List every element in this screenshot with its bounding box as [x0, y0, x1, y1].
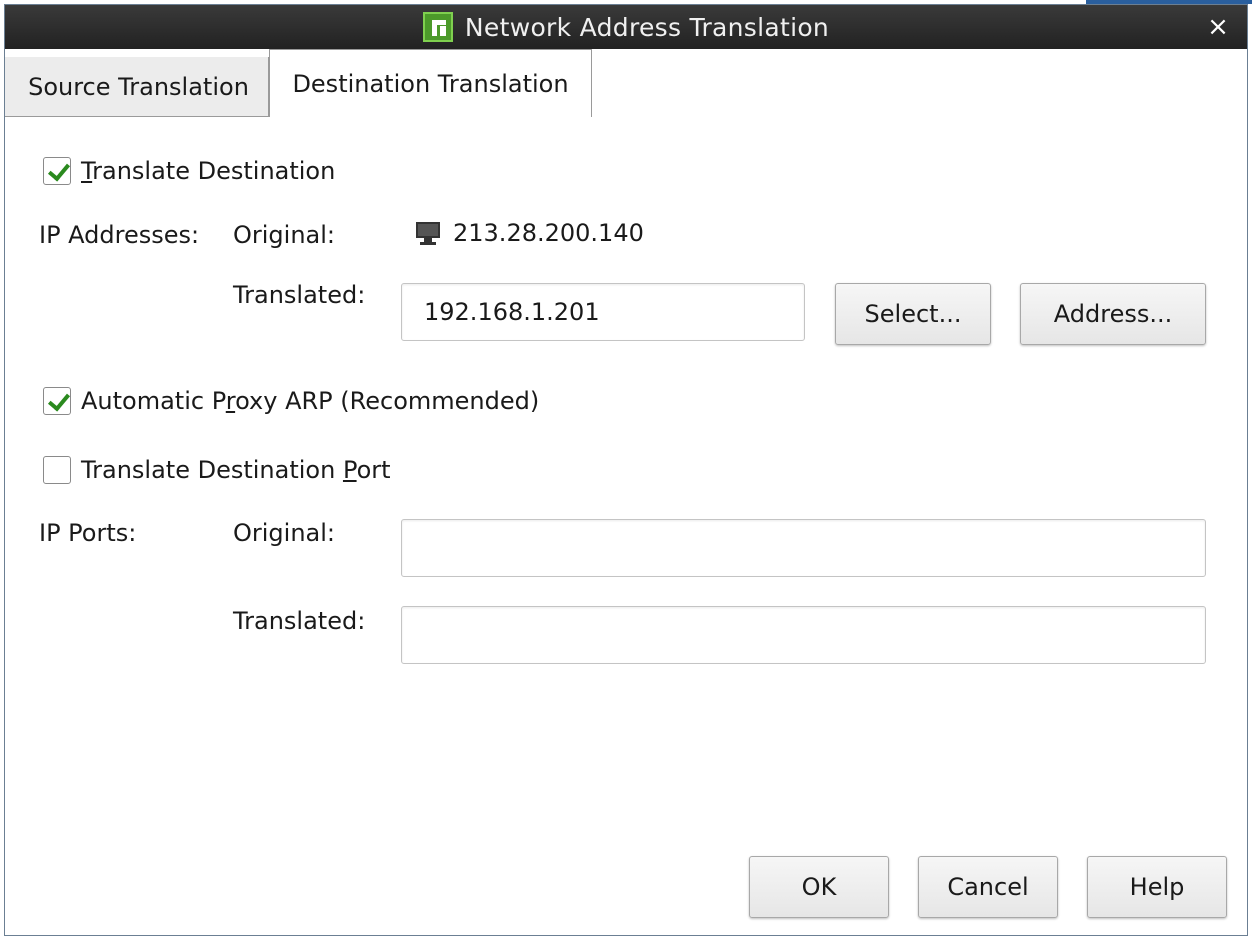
address-button[interactable]: Address...	[1020, 283, 1206, 345]
select-button[interactable]: Select...	[835, 283, 991, 345]
translate-port-label: Translate Destination Port	[81, 456, 391, 484]
translate-destination-checkbox[interactable]: Translate Destination	[43, 157, 335, 185]
ip-ports-label: IP Ports:	[39, 519, 137, 547]
port-translated-input[interactable]	[401, 606, 1206, 664]
translated-ip-label: Translated:	[233, 281, 366, 309]
port-original-label: Original:	[233, 519, 335, 547]
title-bar[interactable]: Network Address Translation ×	[5, 5, 1247, 49]
port-original-input[interactable]	[401, 519, 1206, 577]
close-button[interactable]: ×	[1203, 12, 1233, 42]
translated-ip-input[interactable]	[401, 283, 805, 341]
original-ip-label: Original:	[233, 221, 335, 249]
translate-port-checkbox[interactable]: Translate Destination Port	[43, 456, 391, 484]
computer-icon	[415, 221, 441, 247]
checkbox-checked-icon[interactable]	[43, 387, 71, 415]
translate-destination-label: Translate Destination	[81, 157, 336, 185]
ok-button[interactable]: OK	[749, 856, 889, 918]
dialog-window: Network Address Translation × Source Tra…	[4, 4, 1248, 936]
checkbox-unchecked-icon[interactable]	[43, 456, 71, 484]
checkbox-checked-icon[interactable]	[43, 157, 71, 185]
app-logo-icon	[422, 12, 453, 42]
tab-destination-translation[interactable]: Destination Translation	[269, 49, 592, 117]
original-ip-value: 213.28.200.140	[453, 219, 644, 247]
tab-bar: Source Translation Destination Translati…	[5, 49, 1247, 117]
ip-addresses-label: IP Addresses:	[39, 221, 200, 249]
window-title: Network Address Translation	[464, 12, 830, 42]
proxy-arp-checkbox[interactable]: Automatic Proxy ARP (Recommended)	[43, 387, 539, 415]
tab-content: Translate Destination IP Addresses: Orig…	[5, 117, 1247, 937]
tab-source-translation[interactable]: Source Translation	[5, 57, 269, 117]
help-button[interactable]: Help	[1087, 856, 1227, 918]
proxy-arp-label: Automatic Proxy ARP (Recommended)	[81, 387, 540, 415]
cancel-button[interactable]: Cancel	[918, 856, 1058, 918]
port-translated-label: Translated:	[233, 607, 366, 635]
